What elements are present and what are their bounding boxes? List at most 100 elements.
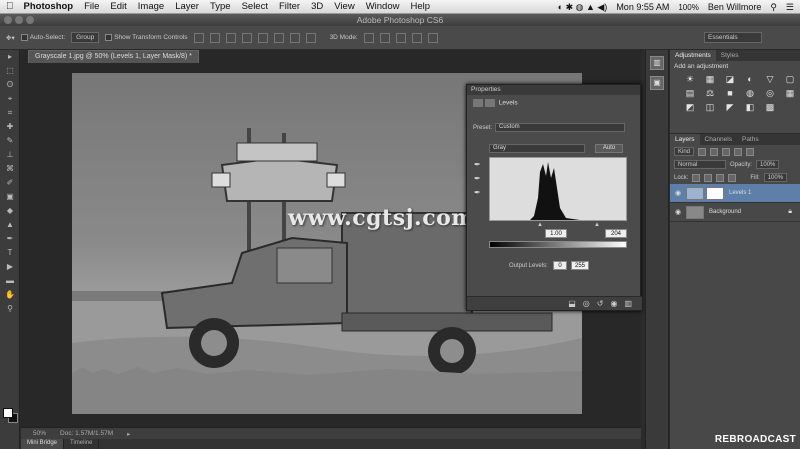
- menu-image[interactable]: Image: [138, 1, 164, 12]
- brush-tool[interactable]: ⊥: [0, 148, 20, 162]
- lasso-tool[interactable]: ʘ: [0, 78, 20, 92]
- status-menu-arrow-icon[interactable]: ▸: [127, 430, 130, 438]
- clip-to-layer-icon[interactable]: ⬓: [568, 299, 576, 308]
- histogram[interactable]: [489, 157, 628, 221]
- history-panel-icon[interactable]: ▥: [650, 56, 664, 70]
- tab-styles[interactable]: Styles: [716, 50, 744, 61]
- photo-filter-icon[interactable]: ◍: [744, 88, 756, 98]
- clock[interactable]: Mon 9:55 AM: [616, 2, 669, 12]
- app-menu[interactable]: Photoshop: [24, 1, 74, 12]
- 3d-roll-icon[interactable]: [379, 32, 390, 43]
- curves-icon[interactable]: ◪: [724, 74, 736, 84]
- filter-adjustment-icon[interactable]: [710, 147, 719, 156]
- fill-field[interactable]: 100%: [763, 173, 788, 182]
- properties-panel-icon[interactable]: ▣: [650, 76, 664, 90]
- align-middle-icon[interactable]: [257, 32, 268, 43]
- output-white-field[interactable]: 255: [571, 261, 589, 270]
- filter-shape-icon[interactable]: [734, 147, 743, 156]
- eraser-tool[interactable]: ▣: [0, 190, 20, 204]
- move-tool[interactable]: ▸: [0, 50, 20, 64]
- layer-mask-thumbnail[interactable]: [706, 186, 724, 200]
- input-gamma-field[interactable]: 1.00: [545, 229, 567, 238]
- exposure-icon[interactable]: ◐: [744, 74, 756, 84]
- view-previous-icon[interactable]: ◎: [583, 299, 590, 308]
- user-name[interactable]: Ben Willmore: [708, 2, 762, 12]
- channel-mixer-icon[interactable]: ◎: [764, 88, 776, 98]
- path-select-tool[interactable]: ▶: [0, 260, 20, 274]
- lock-transparent-icon[interactable]: [692, 173, 701, 182]
- delete-icon[interactable]: ▥: [624, 299, 632, 308]
- menu-filter[interactable]: Filter: [279, 1, 300, 12]
- 3d-slide-icon[interactable]: [411, 32, 422, 43]
- foreground-color-swatch[interactable]: [3, 408, 13, 418]
- layer-kind-filter[interactable]: Kind: [674, 147, 695, 156]
- threshold-icon[interactable]: ◤: [724, 102, 736, 112]
- vibrance-icon[interactable]: ▽: [764, 74, 776, 84]
- mask-icon[interactable]: [485, 99, 495, 107]
- black-point-eyedropper-icon[interactable]: ✒: [474, 160, 481, 169]
- hue-saturation-icon[interactable]: ▤: [684, 88, 696, 98]
- align-center-icon[interactable]: [209, 32, 220, 43]
- lock-image-icon[interactable]: [704, 173, 713, 182]
- lock-position-icon[interactable]: [716, 173, 725, 182]
- type-tool[interactable]: T: [0, 246, 20, 260]
- eyedropper-tool[interactable]: ✚: [0, 120, 20, 134]
- gray-point-eyedropper-icon[interactable]: ✒: [474, 174, 481, 183]
- properties-panel-header[interactable]: Properties: [467, 85, 640, 95]
- levels-adjust-icon[interactable]: ▦: [704, 74, 716, 84]
- reset-icon[interactable]: ↺: [597, 299, 604, 308]
- posterize-icon[interactable]: ◫: [704, 102, 716, 112]
- output-black-field[interactable]: 0: [553, 261, 567, 270]
- spotlight-search-icon[interactable]: ⚲: [770, 2, 777, 13]
- color-lookup-icon[interactable]: ▦: [784, 88, 796, 98]
- blur-tool[interactable]: ▲: [0, 218, 20, 232]
- notification-list-icon[interactable]: ☰: [786, 2, 794, 13]
- tab-layers[interactable]: Layers: [670, 134, 700, 145]
- zoom-tool[interactable]: ⚲: [0, 302, 20, 316]
- battery-status[interactable]: 100%: [678, 3, 698, 12]
- 3d-scale-icon[interactable]: [427, 32, 438, 43]
- menu-layer[interactable]: Layer: [175, 1, 199, 12]
- tab-channels[interactable]: Channels: [700, 134, 737, 145]
- transform-controls-checkbox[interactable]: Show Transform Controls: [105, 33, 188, 41]
- layer-name[interactable]: Background: [709, 209, 741, 215]
- layer-row-levels[interactable]: ◉ Levels 1: [670, 184, 800, 203]
- auto-select-dropdown[interactable]: Group: [71, 32, 100, 43]
- tab-adjustments[interactable]: Adjustments: [670, 50, 716, 61]
- gradient-map-icon[interactable]: ◧: [744, 102, 756, 112]
- 3d-rotate-icon[interactable]: [363, 32, 374, 43]
- gamma-slider-handle[interactable]: ▲: [537, 222, 543, 228]
- quick-select-tool[interactable]: ⌖: [0, 92, 20, 106]
- visibility-eye-icon[interactable]: ◉: [670, 208, 686, 216]
- align-right-icon[interactable]: [273, 32, 284, 43]
- hand-tool[interactable]: ✋: [0, 288, 20, 302]
- white-point-eyedropper-icon[interactable]: ✒: [474, 188, 481, 197]
- zoom-level[interactable]: 50%: [33, 430, 46, 437]
- 3d-drag-icon[interactable]: [395, 32, 406, 43]
- layer-name[interactable]: Levels 1: [729, 190, 751, 196]
- menu-view[interactable]: View: [334, 1, 354, 12]
- close-window-button[interactable]: [4, 16, 12, 24]
- gradient-tool[interactable]: ◆: [0, 204, 20, 218]
- visibility-eye-icon[interactable]: ◉: [670, 189, 686, 197]
- selective-color-icon[interactable]: ▩: [764, 102, 776, 112]
- pen-tool[interactable]: ✒: [0, 232, 20, 246]
- apple-menu-icon[interactable]: : [6, 1, 14, 12]
- preset-dropdown[interactable]: Custom: [495, 123, 625, 132]
- distribute-icon[interactable]: [289, 32, 300, 43]
- history-brush-tool[interactable]: ✐: [0, 176, 20, 190]
- layer-row-background[interactable]: ◉ Background 🔒︎: [670, 203, 800, 222]
- crop-tool[interactable]: ⌗: [0, 106, 20, 120]
- zoom-window-button[interactable]: [26, 16, 34, 24]
- tab-mini-bridge[interactable]: Mini Bridge: [21, 439, 65, 449]
- tab-timeline[interactable]: Timeline: [64, 439, 100, 449]
- healing-brush-tool[interactable]: ✎: [0, 134, 20, 148]
- menu-type[interactable]: Type: [210, 1, 231, 12]
- menu-edit[interactable]: Edit: [110, 1, 126, 12]
- shape-tool[interactable]: ▬: [0, 274, 20, 288]
- clone-stamp-tool[interactable]: ⌘: [0, 162, 20, 176]
- align-left-icon[interactable]: [241, 32, 252, 43]
- filter-smart-icon[interactable]: [746, 147, 755, 156]
- lock-all-icon[interactable]: [728, 173, 737, 182]
- move-tool-icon[interactable]: ✥▾: [6, 34, 15, 42]
